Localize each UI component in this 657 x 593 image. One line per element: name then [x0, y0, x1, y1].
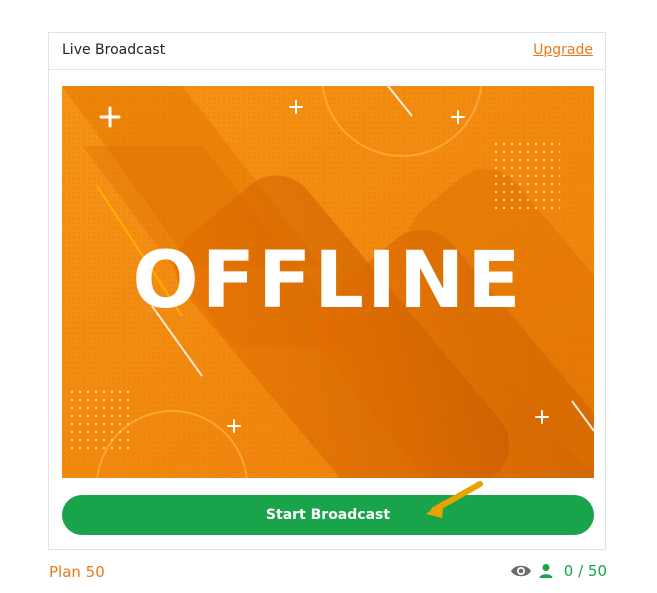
card-header: Live Broadcast Upgrade — [49, 33, 605, 70]
live-broadcast-card: Live Broadcast Upgrade OFFLINE Start Bro… — [48, 32, 606, 550]
viewer-stats: 0 / 50 — [510, 562, 607, 580]
card-title: Live Broadcast — [62, 42, 166, 58]
start-broadcast-button[interactable]: Start Broadcast — [62, 495, 594, 535]
eye-icon[interactable] — [510, 563, 532, 579]
upgrade-link[interactable]: Upgrade — [533, 42, 593, 58]
offline-banner: OFFLINE — [62, 86, 594, 478]
user-icon — [539, 564, 553, 578]
offline-status-text: OFFLINE — [132, 236, 524, 326]
arrow-icon — [426, 481, 483, 518]
plan-label: Plan 50 — [49, 563, 105, 581]
viewer-count: 0 / 50 — [563, 562, 607, 580]
